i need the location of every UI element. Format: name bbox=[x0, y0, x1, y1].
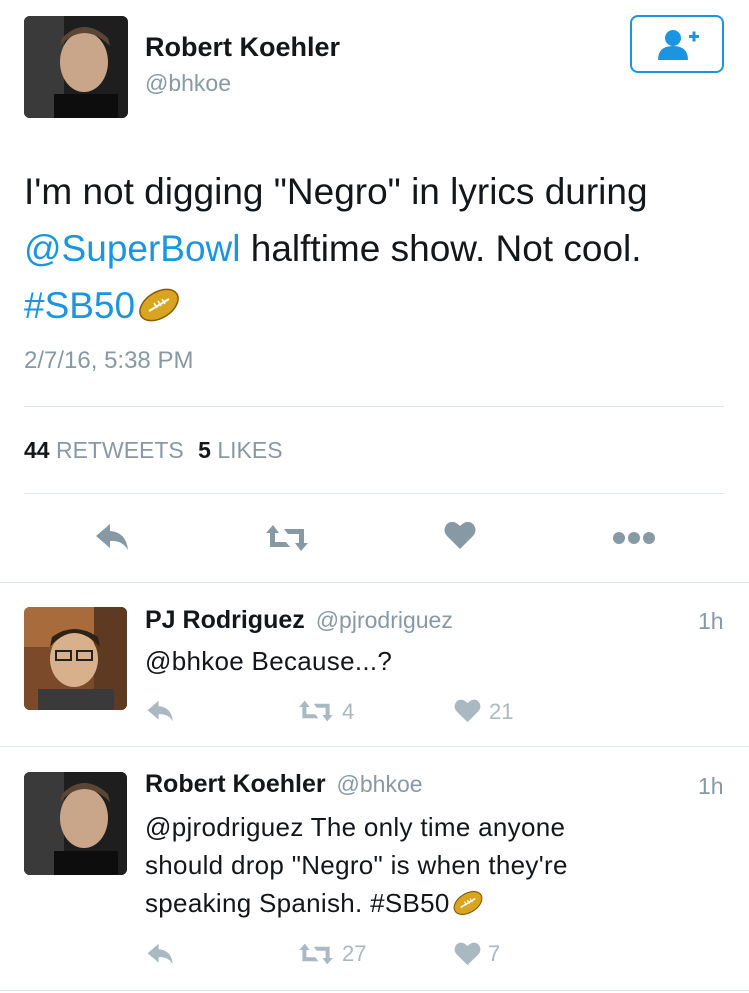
reply-reply-button[interactable] bbox=[146, 699, 176, 723]
tweet-text-rest: halftime show. Not cool. bbox=[240, 228, 642, 269]
retweets-count: 44 bbox=[24, 437, 50, 463]
reply-text: @pjrodriguez The only time anyone should… bbox=[145, 808, 568, 927]
reply-text-line-1: @pjrodriguez The only time anyone bbox=[145, 812, 566, 842]
reply-icon bbox=[96, 524, 128, 550]
reply-text-line-3-text: speaking Spanish. #SB50 bbox=[145, 888, 450, 918]
like-button[interactable] bbox=[444, 520, 476, 550]
reply-retweet-count: 27 bbox=[342, 941, 367, 966]
reply-avatar[interactable] bbox=[24, 607, 127, 710]
reply-like-count: 21 bbox=[489, 699, 514, 724]
author-handle[interactable]: @bhkoe bbox=[145, 70, 231, 97]
tweet-text-line-2: @SuperBowl halftime show. Not cool. bbox=[24, 220, 724, 277]
tweet-text-line-1: I'm not digging "Negro" in lyrics during bbox=[24, 171, 648, 212]
reply-author-name[interactable]: PJ Rodriguez bbox=[145, 606, 305, 634]
reply-time[interactable]: 1h bbox=[698, 608, 724, 635]
heart-icon bbox=[454, 699, 481, 723]
divider bbox=[24, 493, 724, 494]
reply-author-name[interactable]: Robert Koehler bbox=[145, 770, 326, 798]
reply-header: PJ Rodriguez @pjrodriguez bbox=[145, 606, 453, 635]
divider bbox=[0, 582, 749, 583]
divider bbox=[0, 746, 749, 747]
hashtag-link[interactable]: #SB50 bbox=[24, 285, 135, 326]
follow-button[interactable] bbox=[630, 15, 724, 73]
divider bbox=[24, 406, 724, 407]
retweet-button[interactable] bbox=[264, 523, 310, 553]
heart-icon bbox=[454, 942, 481, 966]
more-icon bbox=[613, 532, 655, 544]
retweet-icon bbox=[299, 700, 333, 722]
reply-author-handle[interactable]: @pjrodriguez bbox=[316, 607, 453, 633]
football-emoji-icon bbox=[452, 889, 484, 927]
reply-reply-button[interactable] bbox=[146, 942, 176, 966]
reply-header: Robert Koehler @bhkoe bbox=[145, 770, 423, 799]
likes-stat[interactable]: 5 LIKES bbox=[198, 437, 282, 463]
author-name[interactable]: Robert Koehler bbox=[145, 32, 340, 63]
reply-time[interactable]: 1h bbox=[698, 773, 724, 800]
heart-icon bbox=[444, 521, 476, 549]
retweets-stat[interactable]: 44 RETWEETS bbox=[24, 437, 190, 463]
reply-like-count: 7 bbox=[488, 941, 501, 966]
likes-label: LIKES bbox=[217, 437, 283, 463]
reply-retweet-button[interactable] bbox=[297, 942, 335, 966]
reply-author-handle[interactable]: @bhkoe bbox=[337, 771, 423, 797]
tweet-timestamp[interactable]: 2/7/16, 5:38 PM bbox=[24, 347, 193, 375]
retweet-icon bbox=[299, 943, 333, 965]
reply-retweet-button[interactable] bbox=[297, 699, 335, 723]
retweets-label: RETWEETS bbox=[55, 437, 184, 463]
reply-text-line-2: should drop "Negro" is when they're bbox=[145, 850, 568, 880]
tweet-text-line-3: #SB50 bbox=[24, 277, 724, 340]
reply-button[interactable] bbox=[94, 522, 132, 552]
reply-icon bbox=[147, 700, 173, 722]
tweet-stats: 44 RETWEETS 5 LIKES bbox=[24, 437, 283, 464]
reply-text: @bhkoe Because...? bbox=[145, 646, 393, 676]
reply-like-button[interactable] bbox=[454, 941, 481, 966]
reply-icon bbox=[147, 943, 173, 965]
mention-link[interactable]: @SuperBowl bbox=[24, 228, 241, 269]
reply-retweet-count: 4 bbox=[342, 699, 355, 724]
reply-avatar[interactable] bbox=[24, 772, 127, 875]
author-avatar[interactable] bbox=[24, 16, 128, 118]
reply-like-button[interactable] bbox=[454, 698, 481, 723]
likes-count: 5 bbox=[198, 437, 211, 463]
tweet-text: I'm not digging "Negro" in lyrics during… bbox=[24, 163, 724, 340]
more-button[interactable] bbox=[612, 531, 656, 545]
follow-user-icon bbox=[656, 28, 702, 62]
retweet-icon bbox=[266, 525, 308, 551]
divider bbox=[0, 990, 749, 991]
reply-text-line-3: speaking Spanish. #SB50 bbox=[145, 884, 568, 927]
football-emoji-icon bbox=[137, 283, 181, 340]
